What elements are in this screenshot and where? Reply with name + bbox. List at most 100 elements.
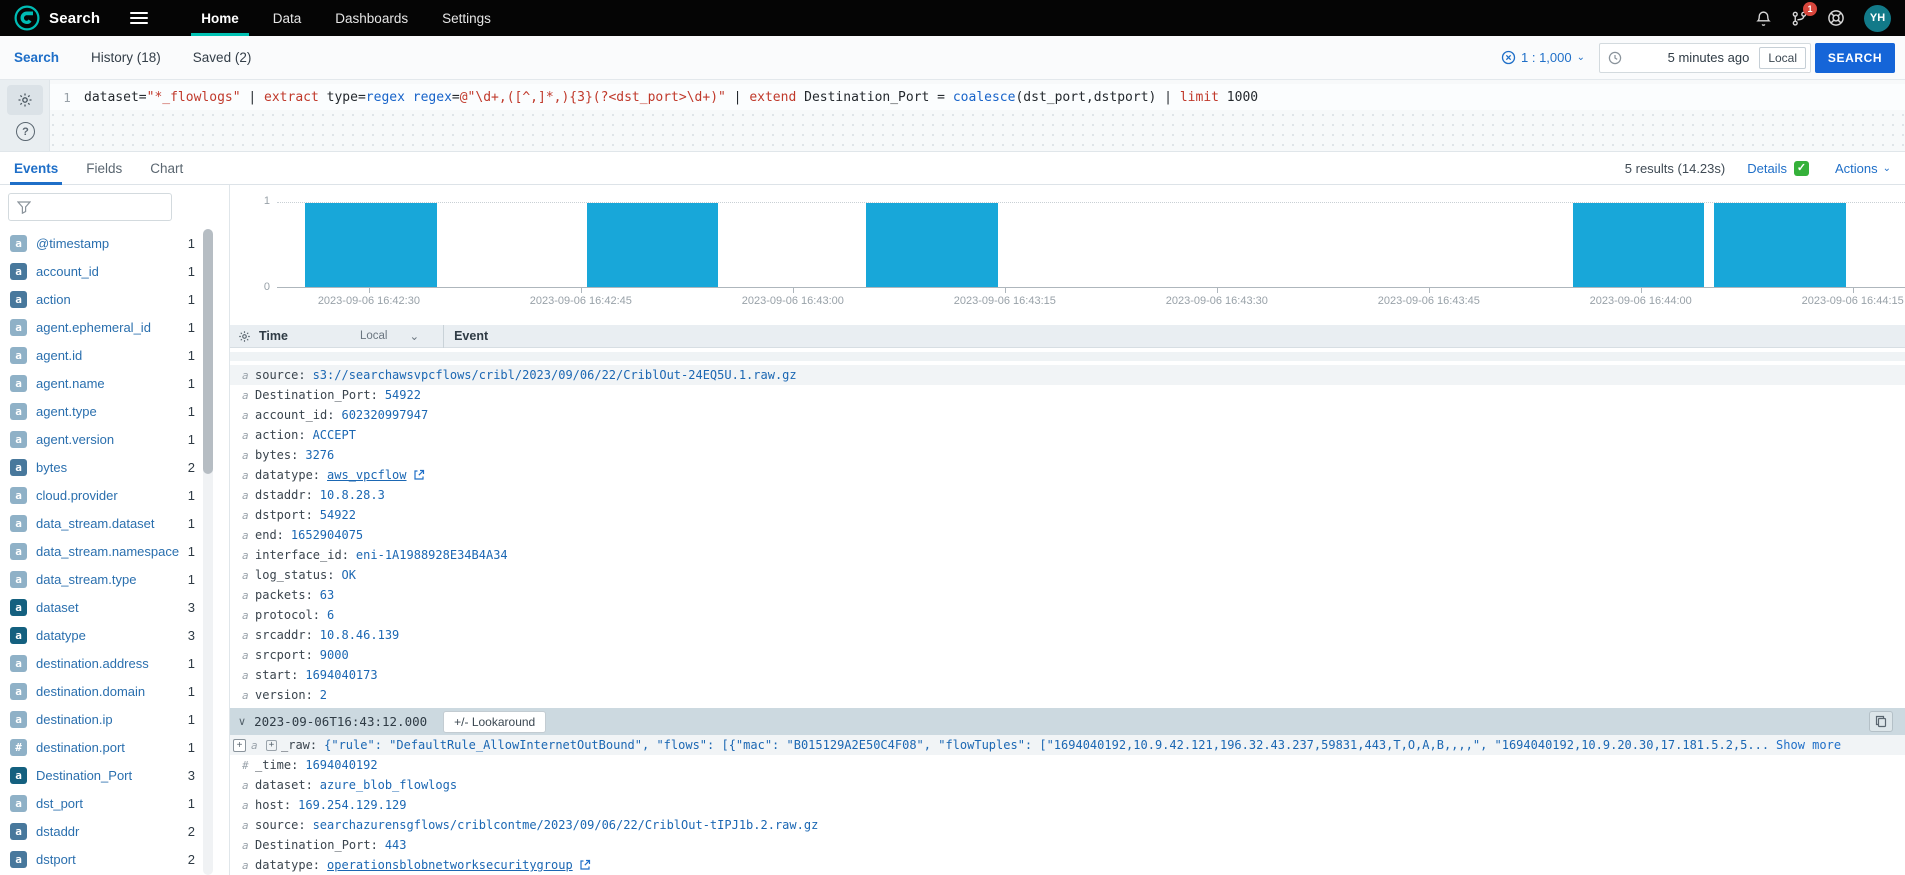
field-value[interactable]: 9000 [320, 648, 349, 662]
actions-dropdown[interactable]: Actions ⌄ [1835, 161, 1891, 176]
event-field-row[interactable]: a start: 1694040173 [230, 665, 1905, 685]
event-field-row[interactable]: a srcaddr: 10.8.46.139 [230, 625, 1905, 645]
field-value[interactable]: aws_vpcflow [327, 468, 406, 482]
nav-item[interactable]: Dashboards [318, 0, 425, 36]
field-list-item[interactable]: a data_stream.type 1 [0, 565, 229, 593]
field-value[interactable]: 3276 [305, 448, 334, 462]
histogram-bar[interactable] [305, 203, 436, 287]
expand-json-icon[interactable]: + [266, 740, 277, 751]
hamburger-menu-icon[interactable] [130, 9, 148, 27]
event-field-row[interactable]: a bytes: 3276 [230, 445, 1905, 465]
field-list-item[interactable]: a agent.ephemeral_id 1 [0, 313, 229, 341]
collapse-chevron-icon[interactable]: ∨ [238, 715, 246, 728]
histogram-bar[interactable] [1714, 203, 1845, 287]
field-list-item[interactable]: a destination.domain 1 [0, 677, 229, 705]
field-value[interactable]: ACCEPT [313, 428, 356, 442]
timezone-button[interactable]: Local [1759, 47, 1806, 69]
field-filter-input[interactable] [8, 193, 172, 221]
sidebar-scrollbar-thumb[interactable] [203, 229, 213, 474]
sidebar-scrollbar[interactable] [203, 229, 213, 875]
nav-item[interactable]: Home [184, 0, 256, 36]
show-more-link[interactable]: Show more [1776, 738, 1841, 752]
event-field-row[interactable]: a protocol: 6 [230, 605, 1905, 625]
field-value[interactable]: 1694040192 [305, 758, 377, 772]
event-field-row[interactable]: a datatype: aws_vpcflow [230, 465, 1905, 485]
field-list-item[interactable]: a dataset 3 [0, 593, 229, 621]
field-list-item[interactable]: a @timestamp 1 [0, 229, 229, 257]
field-value[interactable]: s3://searchawsvpcflows/cribl/2023/09/06/… [313, 368, 797, 382]
field-value[interactable]: 443 [385, 838, 407, 852]
field-list-item[interactable]: a destination.ip 1 [0, 705, 229, 733]
field-list-item[interactable]: a agent.id 1 [0, 341, 229, 369]
search-tab[interactable]: Search [14, 50, 59, 65]
results-tab[interactable]: Fields [86, 152, 122, 185]
details-toggle[interactable]: Details ✓ [1747, 161, 1809, 176]
field-list-item[interactable]: a data_stream.dataset 1 [0, 509, 229, 537]
event-field-row[interactable]: a datatype: operationsblobnetworksecurit… [230, 855, 1905, 875]
nav-item[interactable]: Data [256, 0, 319, 36]
histogram-bar[interactable] [587, 203, 718, 287]
expand-event-icon[interactable]: + [233, 739, 246, 752]
search-button[interactable]: SEARCH [1815, 43, 1895, 73]
user-avatar[interactable]: YH [1864, 5, 1891, 32]
field-list-item[interactable]: a cloud.provider 1 [0, 481, 229, 509]
field-value[interactable]: eni-1A1988928E34B4A34 [356, 548, 508, 562]
histogram-bar[interactable] [866, 203, 997, 287]
event-field-row[interactable]: a end: 1652904075 [230, 525, 1905, 545]
query-editor[interactable]: ? 1 dataset="*_flowlogs" | extract type=… [0, 80, 1905, 152]
help-lifebuoy-icon[interactable] [1827, 9, 1845, 27]
event-field-row[interactable]: a packets: 63 [230, 585, 1905, 605]
event-field-row[interactable]: a version: 2 [230, 685, 1905, 705]
event-field-row[interactable]: a interface_id: eni-1A1988928E34B4A34 [230, 545, 1905, 565]
field-value[interactable]: 10.8.28.3 [320, 488, 385, 502]
field-list-item[interactable]: a data_stream.namespace 1 [0, 537, 229, 565]
histogram-bar[interactable] [1573, 203, 1704, 287]
lookaround-button[interactable]: +/- Lookaround [443, 711, 546, 733]
field-value[interactable]: 54922 [385, 388, 421, 402]
field-value[interactable]: 602320997947 [341, 408, 428, 422]
editor-help-icon[interactable]: ? [16, 122, 35, 141]
event-field-row[interactable]: a source: searchazurensgflows/criblcontm… [230, 815, 1905, 835]
field-value[interactable]: azure_blob_flowlogs [320, 778, 457, 792]
event-field-row[interactable]: a Destination_Port: 443 [230, 835, 1905, 855]
event-field-row[interactable]: a Destination_Port: 54922 [230, 385, 1905, 405]
timezone-column-dropdown[interactable]: Local ⌄ [360, 329, 419, 343]
results-tab[interactable]: Chart [150, 152, 183, 185]
event-field-row[interactable]: a host: 169.254.129.129 [230, 795, 1905, 815]
results-tab[interactable]: Events [14, 152, 58, 185]
field-value[interactable]: 63 [320, 588, 334, 602]
nav-item[interactable]: Settings [425, 0, 508, 36]
event-field-row[interactable]: a dstaddr: 10.8.28.3 [230, 485, 1905, 505]
field-list-item[interactable]: a agent.type 1 [0, 397, 229, 425]
event-field-row[interactable]: a account_id: 602320997947 [230, 405, 1905, 425]
field-value[interactable]: searchazurensgflows/criblcontme/2023/09/… [313, 818, 819, 832]
jobs-branch-icon[interactable]: 1 [1791, 10, 1808, 27]
field-value[interactable]: 2 [320, 688, 327, 702]
event-field-row[interactable]: a log_status: OK [230, 565, 1905, 585]
field-list-item[interactable]: a bytes 2 [0, 453, 229, 481]
search-tab[interactable]: Saved (2) [193, 50, 252, 65]
event-field-row[interactable]: # _time: 1694040192 [230, 755, 1905, 775]
editor-settings-gear-icon[interactable] [7, 85, 43, 115]
field-list-item[interactable]: a Destination_Port 3 [0, 761, 229, 789]
search-tab[interactable]: History (18) [91, 50, 161, 65]
brand[interactable]: Search [14, 5, 100, 31]
field-value[interactable]: 10.8.46.139 [320, 628, 399, 642]
field-list-item[interactable]: a agent.name 1 [0, 369, 229, 397]
field-value[interactable]: 169.254.129.129 [298, 798, 406, 812]
event-field-row[interactable]: a dstport: 54922 [230, 505, 1905, 525]
event-field-row[interactable]: a srcport: 9000 [230, 645, 1905, 665]
copy-event-icon[interactable] [1869, 711, 1893, 732]
time-range-input[interactable]: 5 minutes ago Local [1599, 43, 1811, 73]
field-value[interactable]: 1652904075 [291, 528, 363, 542]
field-list-item[interactable]: a dst_port 1 [0, 789, 229, 817]
field-list-item[interactable]: a account_id 1 [0, 257, 229, 285]
external-link-icon[interactable] [413, 469, 425, 481]
field-value[interactable]: 54922 [320, 508, 356, 522]
field-value[interactable]: 1694040173 [305, 668, 377, 682]
event-field-row[interactable]: a action: ACCEPT [230, 425, 1905, 445]
field-list-item[interactable]: # destination.port 1 [0, 733, 229, 761]
field-list-item[interactable]: a agent.version 1 [0, 425, 229, 453]
sampling-dropdown[interactable]: 1 : 1,000 ⌄ [1501, 50, 1585, 65]
event-field-row[interactable]: a dataset: azure_blob_flowlogs [230, 775, 1905, 795]
